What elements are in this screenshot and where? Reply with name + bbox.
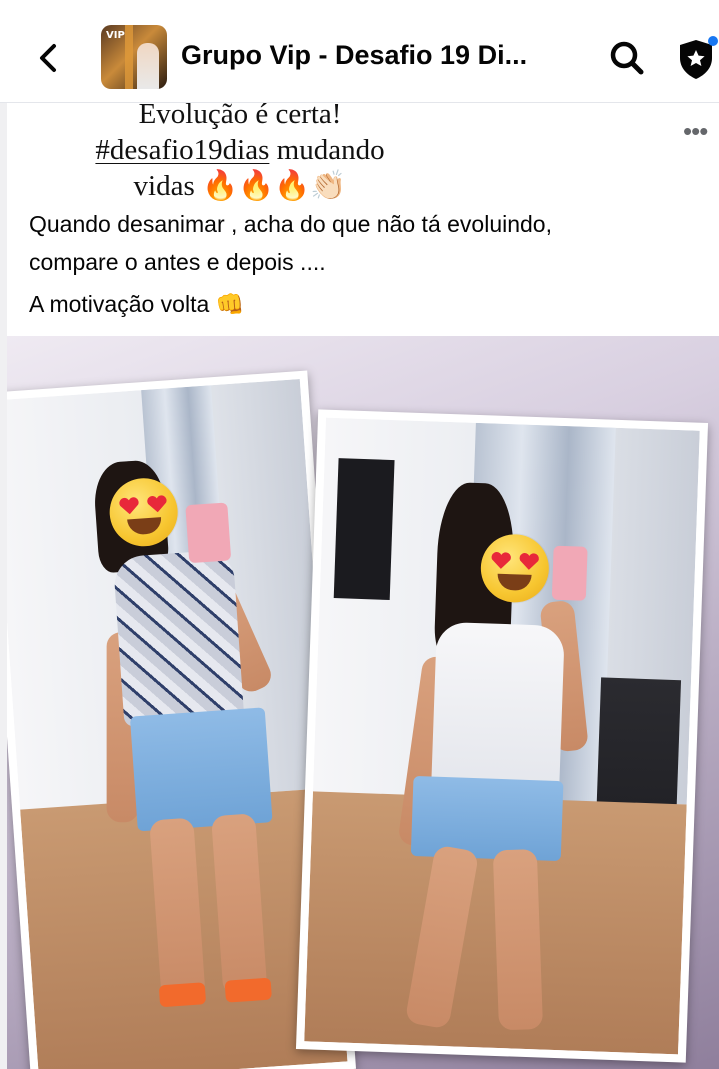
patterned-top	[112, 549, 245, 728]
pink-phone	[551, 545, 588, 601]
body-line-3: A motivação volta 👊	[29, 291, 245, 317]
sandal-left	[158, 982, 207, 1008]
chevron-left-icon	[40, 44, 56, 72]
after-photo-frame	[295, 409, 709, 1063]
left-edge-strip	[0, 0, 7, 1069]
wall-art-frame	[333, 458, 395, 600]
group-header: VIP Grupo Vip - Desafio 19 Di...	[0, 0, 719, 103]
smile-mouth	[497, 573, 532, 591]
sandal-right	[224, 977, 272, 1003]
heart-eye-left	[491, 552, 512, 571]
group-title[interactable]: Grupo Vip - Desafio 19 Di...	[181, 40, 571, 71]
notification-dot	[708, 36, 718, 46]
post-body-text: Quando desanimar , acha do que não tá ev…	[29, 205, 709, 323]
hashtag-link[interactable]: #desafio19dias	[95, 134, 269, 166]
search-icon	[610, 41, 644, 75]
denim-shorts	[410, 775, 564, 862]
body-line-1: Quando desanimar , acha do que não tá ev…	[29, 211, 552, 237]
avatar-tag: VIP	[106, 30, 125, 41]
avatar-figure	[137, 43, 159, 89]
admin-tools-button[interactable]	[674, 34, 718, 82]
right-leg	[492, 848, 544, 1031]
heart-eye-right	[519, 552, 540, 571]
smile-mouth	[127, 517, 163, 536]
post-headline: Evolução é certa! #desafio19dias mudando…	[30, 96, 450, 204]
post-more-options-button[interactable]: •••	[683, 118, 719, 146]
avatar-stripe	[125, 25, 133, 89]
headline-line-1: Evolução é certa!	[138, 98, 342, 130]
body-line-2: compare o antes e depois ....	[29, 249, 326, 275]
after-photo-scene	[304, 417, 700, 1055]
headline-line-3: vidas 🔥🔥🔥👏🏻	[133, 170, 347, 202]
group-avatar[interactable]: VIP	[101, 25, 167, 89]
pink-phone	[185, 502, 232, 564]
heart-eye-left	[119, 497, 140, 516]
denim-shorts	[129, 707, 273, 832]
headline-line-2-rest: mudando	[269, 134, 385, 166]
before-photo-scene	[7, 379, 348, 1069]
shield-star-icon	[680, 36, 718, 79]
post-photo[interactable]	[7, 336, 719, 1069]
headline-line-2: #desafio19dias mudando	[30, 132, 450, 168]
back-button[interactable]	[30, 36, 66, 80]
search-button[interactable]	[605, 36, 649, 80]
heart-eye-right	[147, 495, 168, 514]
white-top	[431, 621, 565, 797]
